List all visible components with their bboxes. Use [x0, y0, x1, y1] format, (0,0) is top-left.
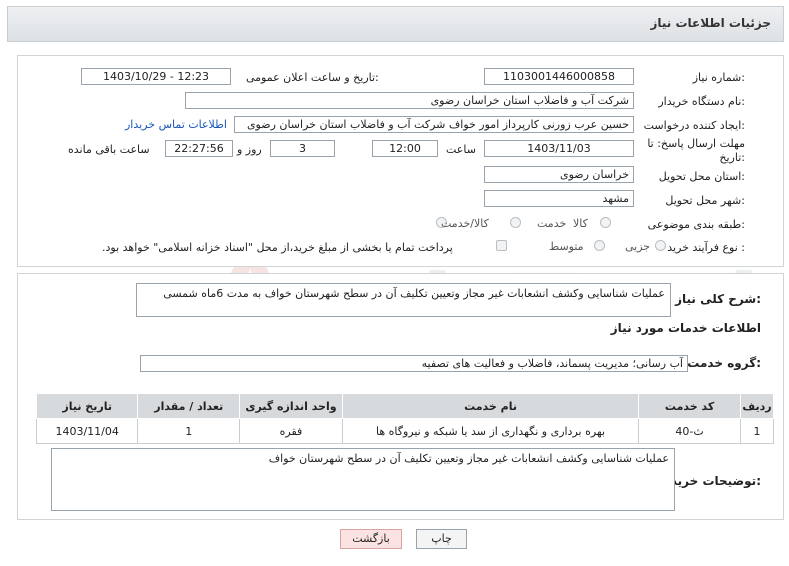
deadline-label-2: تاریخ: [719, 151, 745, 164]
services-table-header: تاریخ نیاز تعداد / مقدار واحد اندازه گیر… [35, 393, 775, 419]
col-index: ردیف [739, 393, 775, 419]
summary-text: عملیات شناسایی وکشف انشعابات غیر مجاز وت… [136, 283, 671, 317]
cell-code: ث-40 [638, 418, 741, 444]
services-section-title: اطلاعات خدمات مورد نیاز [610, 321, 761, 335]
cell-index: 1 [739, 418, 775, 444]
announce-datetime-field: 1403/10/29 - 12:23 [81, 68, 231, 85]
back-button[interactable]: بازگشت [340, 529, 402, 549]
province-label: استان محل تحویل: [658, 170, 745, 183]
city-label: شهر محل تحویل: [665, 194, 745, 207]
creator-field: حسین عرب زورنی کارپرداز امور خواف شرکت آ… [234, 116, 634, 133]
process-label: نوع فرآیند خرید : [667, 241, 745, 254]
process-option-minor: جزیی [625, 240, 651, 253]
table-row: 1403/11/04 1 فقره بهره برداری و نگهداری … [35, 418, 775, 444]
process-option-medium: متوسط [549, 240, 584, 253]
service-group-label: گروه خدمت: [687, 356, 761, 370]
cell-unit: فقره [239, 418, 343, 444]
cell-name: بهره برداری و نگهداری از سد یا شبکه و نی… [341, 418, 640, 444]
announce-label: تاریخ و ساعت اعلان عمومی: [246, 71, 379, 84]
process-radio-minor[interactable] [655, 240, 666, 251]
category-label: طبقه بندی موضوعی: [647, 218, 745, 231]
need-number-label: شماره نیاز: [692, 71, 745, 84]
category-radio-goods[interactable] [600, 217, 611, 228]
treasury-payment-note: پرداخت تمام یا بخشی از مبلغ خرید،از محل … [102, 241, 453, 254]
remaining-time-field: 22:27:56 [165, 140, 233, 157]
treasury-payment-checkbox[interactable] [496, 240, 507, 251]
need-number-field: 1103001446000858 [484, 68, 634, 85]
cell-qty: 1 [137, 418, 241, 444]
days-label: روز و [237, 143, 262, 156]
service-group-field: آب رسانی؛ مدیریت پسماند، فاضلاب و فعالیت… [140, 355, 688, 372]
days-field: 3 [270, 140, 335, 157]
category-option-service: خدمت [537, 217, 567, 230]
category-radio-service-visible[interactable] [510, 217, 521, 228]
category-option-goods-service: کالا/خدمت [441, 217, 489, 230]
buyer-field: شرکت آب و فاضلاب استان خراسان رضوی [185, 92, 634, 109]
province-field: خراسان رضوی [484, 166, 634, 183]
col-qty: تعداد / مقدار [137, 393, 241, 419]
buyer-notes-text: عملیات شناسایی وکشف انشعابات غیر مجاز وت… [51, 448, 675, 511]
col-date: تاریخ نیاز [35, 393, 139, 419]
buyer-contact-link[interactable]: اطلاعات تماس خریدار [125, 118, 227, 131]
remaining-label: ساعت باقی مانده [68, 143, 150, 156]
cell-date: 1403/11/04 [35, 418, 139, 444]
process-radio-medium[interactable] [594, 240, 605, 251]
buyer-label: نام دستگاه خریدار: [658, 95, 745, 108]
print-button[interactable]: چاپ [416, 529, 467, 549]
deadline-date-field: 1403/11/03 [484, 140, 634, 157]
deadline-time-field: 12:00 [372, 140, 438, 157]
need-info-panel [17, 55, 784, 267]
page-header: جزئیات اطلاعات نیاز [7, 6, 784, 42]
category-option-goods: کالا [573, 217, 588, 230]
col-unit: واحد اندازه گیری [239, 393, 343, 419]
summary-label: شرح کلی نیاز: [675, 292, 761, 306]
services-table: تاریخ نیاز تعداد / مقدار واحد اندازه گیر… [35, 393, 775, 444]
deadline-time-label: ساعت [446, 143, 476, 156]
col-code: کد خدمت [638, 393, 741, 419]
creator-label: ایجاد کننده درخواست: [643, 119, 745, 132]
city-field: مشهد [484, 190, 634, 207]
deadline-label-1: مهلت ارسال پاسخ: تا [647, 137, 745, 150]
col-name: نام خدمت [341, 393, 640, 419]
page-title: جزئیات اطلاعات نیاز [650, 16, 771, 30]
